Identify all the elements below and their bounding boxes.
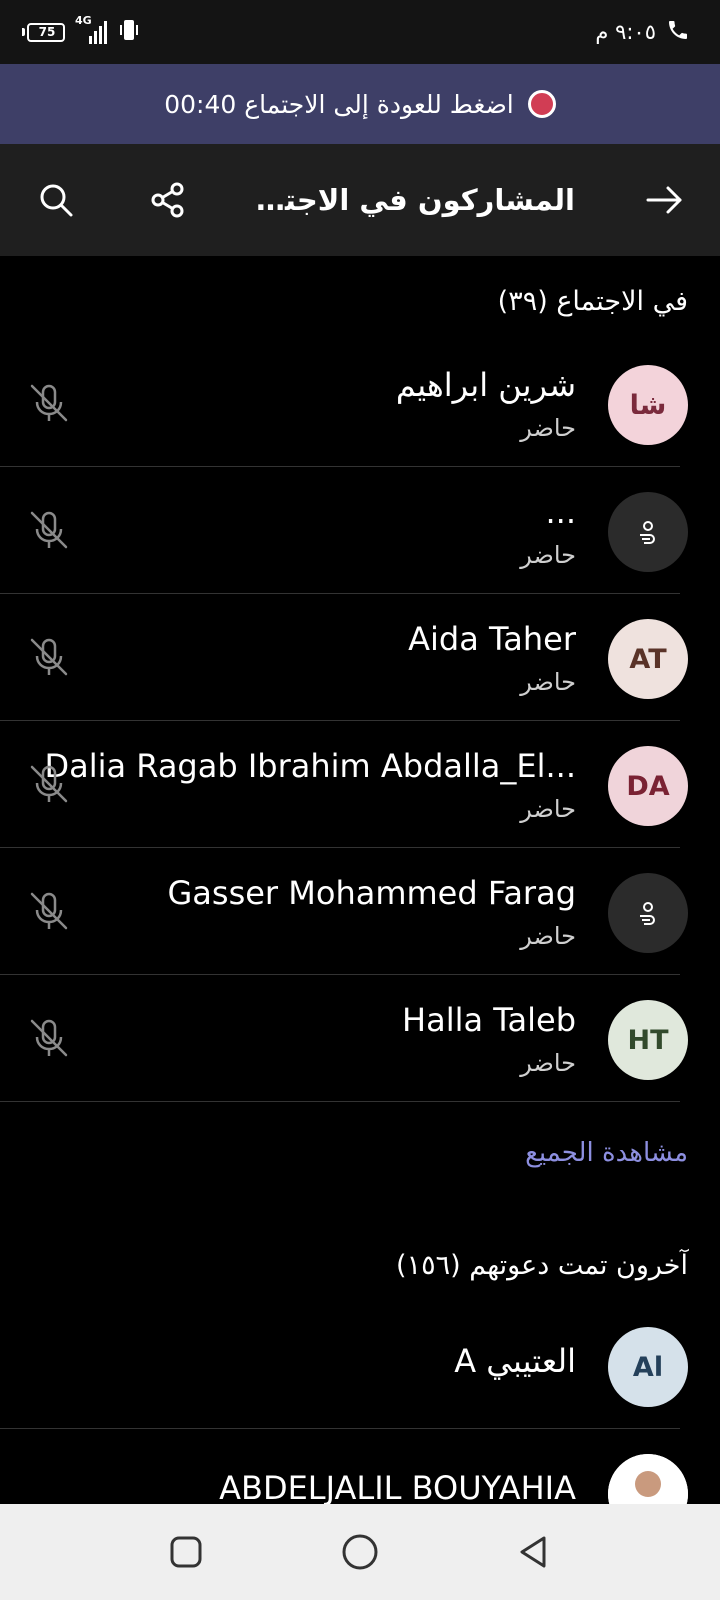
avatar: HT (608, 1000, 688, 1080)
recent-apps-button[interactable] (162, 1528, 210, 1576)
square-icon (170, 1536, 202, 1568)
avatar (608, 492, 688, 572)
battery-level: 75 (27, 22, 65, 42)
participant-name: Gasser Mohammed Farag (167, 874, 576, 912)
muted-mic-icon (26, 380, 72, 426)
muted-mic-icon (26, 634, 72, 680)
in-meeting-heading: في الاجتماع (٣٩) (497, 286, 688, 317)
participant-status: حاضر (520, 414, 576, 442)
participant-status: حاضر (520, 1049, 576, 1077)
muted-mic-icon (26, 761, 72, 807)
avatar (608, 873, 688, 953)
status-time-group: ٩:٠٥ م (595, 16, 690, 48)
participant-status: حاضر (520, 668, 576, 696)
participant-status: حاضر (520, 541, 576, 569)
clock: ٩:٠٥ م (595, 20, 656, 44)
avatar-initials: شا (629, 389, 667, 421)
search-icon[interactable] (32, 176, 80, 224)
phone-dial-in-icon (640, 521, 655, 544)
participant-name: ABDELJALIL BOUYAHIA (219, 1469, 576, 1507)
recording-indicator-icon (527, 90, 556, 118)
vibrate-icon (117, 18, 141, 46)
phone-call-icon (666, 18, 690, 46)
muted-mic-icon (26, 507, 72, 553)
participant-row[interactable]: DA Dalia Ragab Ibrahim Abdalla_El... حاضر (0, 721, 720, 848)
participant-name: شرين ابراهيم (395, 366, 576, 404)
row-divider (0, 1101, 680, 1102)
signal-icon: 4G (75, 14, 107, 44)
participant-name: Halla Taleb (402, 1001, 576, 1039)
see-all-link[interactable]: مشاهدة الجميع (525, 1138, 688, 1168)
back-button[interactable] (510, 1528, 558, 1576)
participant-name: Aida Taher (408, 620, 576, 658)
back-arrow-icon[interactable] (640, 176, 688, 224)
participant-row[interactable]: شا شرين ابراهيم حاضر (0, 340, 720, 467)
return-to-meeting-banner[interactable]: اضغط للعودة إلى الاجتماع 00:40 (0, 64, 720, 144)
home-button[interactable] (336, 1528, 384, 1576)
avatar: Al (608, 1327, 688, 1407)
avatar: DA (608, 746, 688, 826)
participant-name: العتيبي A (454, 1342, 576, 1380)
app-header: المشاركون في الاجتماع (0, 144, 720, 256)
participant-row[interactable]: Al العتيبي A (0, 1302, 720, 1429)
avatar-initials: HT (627, 1024, 669, 1056)
phone-dial-in-icon (640, 902, 655, 925)
circle-icon (342, 1534, 378, 1570)
participant-status: حاضر (520, 795, 576, 823)
participant-status: حاضر (520, 922, 576, 950)
battery-icon: 75 (22, 22, 65, 42)
participant-name: ... (545, 493, 576, 531)
participant-row[interactable]: Gasser Mohammed Farag حاضر (0, 848, 720, 975)
system-nav-bar (0, 1504, 720, 1600)
muted-mic-icon (26, 888, 72, 934)
invited-heading: آخرون تمت دعوتهم (١٥٦) (396, 1250, 688, 1281)
avatar-initials: Al (632, 1351, 664, 1383)
status-icons: 75 4G (22, 14, 141, 48)
avatar-initials: DA (626, 770, 670, 802)
avatar: شا (608, 365, 688, 445)
share-icon[interactable] (144, 176, 192, 224)
avatar-initials: AT (629, 643, 667, 675)
page-title: المشاركون في الاجتماع (245, 183, 575, 217)
participant-row[interactable]: AT Aida Taher حاضر (0, 594, 720, 721)
participant-row[interactable]: HT Halla Taleb حاضر (0, 975, 720, 1102)
avatar: AT (608, 619, 688, 699)
muted-mic-icon (26, 1015, 72, 1061)
triangle-back-icon (520, 1536, 546, 1568)
participant-row[interactable]: ... حاضر (0, 467, 720, 594)
status-bar: 75 4G ٩:٠٥ م (0, 0, 720, 64)
network-type: 4G (75, 14, 92, 27)
participant-name: Dalia Ragab Ibrahim Abdalla_El... (44, 747, 576, 785)
banner-text: اضغط للعودة إلى الاجتماع 00:40 (164, 89, 514, 119)
